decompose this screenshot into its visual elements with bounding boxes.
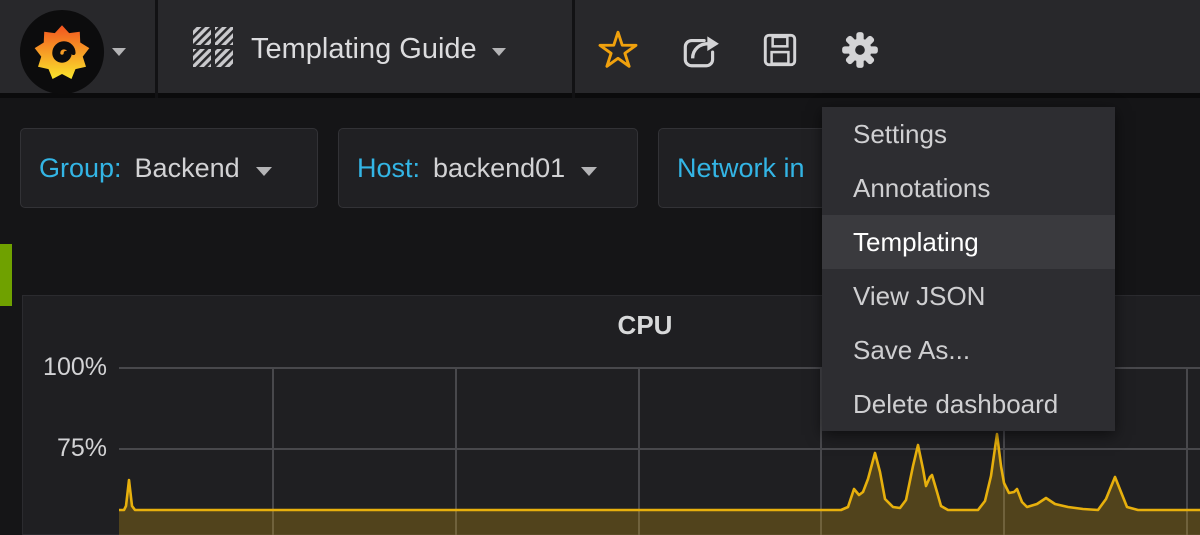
save-icon — [759, 29, 801, 76]
chevron-down-icon — [581, 167, 597, 176]
menu-item-annotations[interactable]: Annotations — [822, 161, 1115, 215]
row-collapse-handle[interactable] — [0, 244, 12, 306]
variable-label: Host: — [357, 153, 420, 184]
title-dropdown-caret — [492, 48, 506, 56]
top-navbar: Templating Guide — [0, 0, 1200, 98]
grafana-logo-icon — [19, 9, 105, 95]
dashboard-title-dropdown[interactable]: Templating Guide — [161, 0, 575, 98]
menu-item-save-as[interactable]: Save As... — [822, 323, 1115, 377]
settings-dropdown-menu: Settings Annotations Templating View JSO… — [822, 107, 1115, 431]
variable-label: Group: — [39, 153, 122, 184]
share-dashboard-button[interactable] — [678, 30, 722, 74]
logo-dropdown-caret — [112, 48, 126, 56]
variable-value: Backend — [135, 153, 240, 184]
save-dashboard-button[interactable] — [758, 30, 802, 74]
variable-selector-group[interactable]: Group: Backend — [20, 128, 318, 208]
grafana-logo-section[interactable] — [0, 0, 158, 98]
variable-label: Network in — [677, 153, 805, 184]
menu-item-view-json[interactable]: View JSON — [822, 269, 1115, 323]
menu-item-settings[interactable]: Settings — [822, 107, 1115, 161]
dashboard-title: Templating Guide — [251, 33, 477, 66]
menu-item-templating[interactable]: Templating — [822, 215, 1115, 269]
variable-selector-host[interactable]: Host: backend01 — [338, 128, 638, 208]
gear-icon — [839, 29, 881, 76]
dashboard-settings-button[interactable] — [838, 30, 882, 74]
dashboard-grid-icon — [193, 27, 233, 72]
menu-item-delete-dashboard[interactable]: Delete dashboard — [822, 377, 1115, 431]
star-dashboard-button[interactable] — [596, 30, 640, 74]
share-icon — [679, 29, 721, 76]
variable-value: backend01 — [433, 153, 565, 184]
star-icon — [598, 30, 638, 75]
chevron-down-icon — [256, 167, 272, 176]
